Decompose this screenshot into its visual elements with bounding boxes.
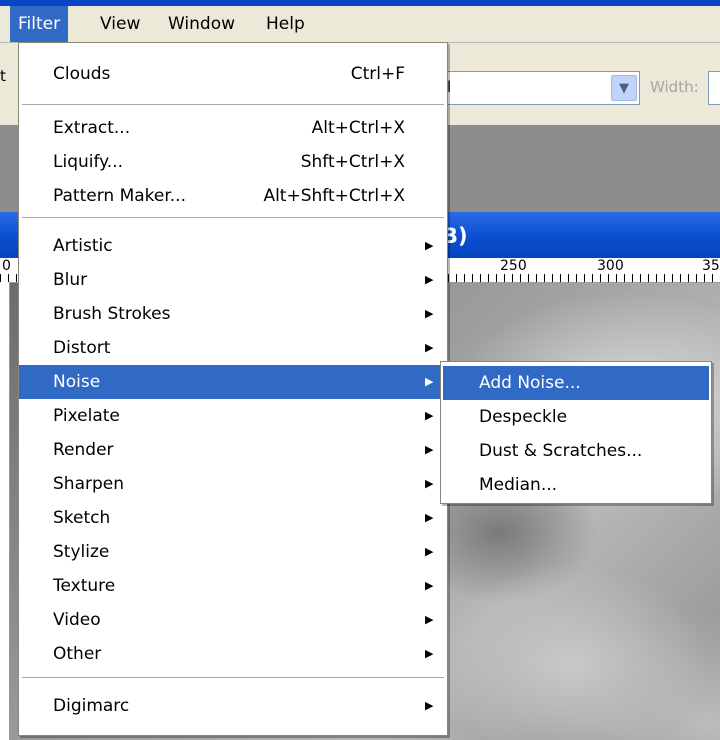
menu-item-distort[interactable]: Distort ▶	[19, 331, 447, 365]
menu-item-video[interactable]: Video ▶	[19, 603, 447, 637]
menu-item-label: Pixelate	[53, 406, 120, 426]
ruler-label: 0	[2, 258, 11, 274]
menu-item-sketch[interactable]: Sketch ▶	[19, 501, 447, 535]
menu-view[interactable]: View	[92, 6, 148, 42]
submenu-item-median[interactable]: Median...	[443, 468, 709, 502]
menu-item-label: Brush Strokes	[53, 304, 171, 324]
menu-window[interactable]: Window	[160, 6, 243, 42]
menu-item-label: Clouds	[53, 64, 111, 84]
menu-item-label: Stylize	[53, 542, 110, 562]
triangle-right-icon: ▶	[425, 341, 434, 354]
vertical-ruler	[0, 282, 10, 740]
menu-item-noise[interactable]: Noise ▶	[19, 365, 447, 399]
filter-menu: Clouds Ctrl+F Extract... Alt+Ctrl+X Liqu…	[18, 42, 448, 736]
menu-item-shortcut: Alt+Ctrl+X	[311, 118, 405, 138]
triangle-right-icon: ▶	[425, 307, 434, 320]
menu-item-label: Video	[53, 610, 101, 630]
menu-item-label: Sketch	[53, 508, 111, 528]
submenu-item-label: Dust & Scratches...	[479, 441, 643, 461]
menu-item-label: Digimarc	[53, 696, 130, 716]
menu-item-label: Artistic	[53, 236, 113, 256]
submenu-item-label: Median...	[479, 475, 558, 495]
menu-item-texture[interactable]: Texture ▶	[19, 569, 447, 603]
menu-item-stylize[interactable]: Stylize ▶	[19, 535, 447, 569]
submenu-item-despeckle[interactable]: Despeckle	[443, 400, 709, 434]
submenu-item-label: Despeckle	[479, 407, 568, 427]
triangle-right-icon: ▶	[425, 613, 434, 626]
mode-combo[interactable]: l ▼	[440, 71, 640, 105]
triangle-right-icon: ▶	[425, 511, 434, 524]
menu-item-other[interactable]: Other ▶	[19, 637, 447, 671]
triangle-right-icon: ▶	[425, 409, 434, 422]
menu-item-label: Extract...	[53, 118, 131, 138]
menu-item-label: Distort	[53, 338, 111, 358]
width-input[interactable]	[708, 71, 720, 105]
chevron-down-icon[interactable]: ▼	[611, 75, 637, 101]
triangle-right-icon: ▶	[425, 477, 434, 490]
menu-item-label: Liquify...	[53, 152, 124, 172]
menu-item-brush-strokes[interactable]: Brush Strokes ▶	[19, 297, 447, 331]
triangle-right-icon: ▶	[425, 239, 434, 252]
triangle-right-icon: ▶	[425, 647, 434, 660]
menu-filter[interactable]: Filter	[10, 6, 69, 42]
triangle-right-icon: ▶	[425, 443, 434, 456]
menu-item-render[interactable]: Render ▶	[19, 433, 447, 467]
triangle-right-icon: ▶	[425, 273, 434, 286]
menu-item-liquify[interactable]: Liquify... Shft+Ctrl+X	[19, 145, 447, 179]
menu-item-extract[interactable]: Extract... Alt+Ctrl+X	[19, 111, 447, 145]
menu-item-clouds[interactable]: Clouds Ctrl+F	[19, 57, 447, 91]
menu-separator	[22, 217, 444, 218]
menu-item-shortcut: Ctrl+F	[350, 64, 405, 84]
triangle-right-icon: ▶	[425, 579, 434, 592]
menu-item-digimarc[interactable]: Digimarc ▶	[19, 689, 447, 723]
menu-item-blur[interactable]: Blur ▶	[19, 263, 447, 297]
ruler-label: 250	[500, 258, 527, 274]
triangle-right-icon: ▶	[425, 545, 434, 558]
menu-item-label: Texture	[53, 576, 116, 596]
menu-separator	[22, 677, 444, 678]
submenu-item-label: Add Noise...	[479, 373, 581, 393]
menu-help[interactable]: Help	[258, 6, 313, 42]
menu-item-pattern-maker[interactable]: Pattern Maker... Alt+Shft+Ctrl+X	[19, 179, 447, 213]
menu-bar: Filter View Window Help	[0, 6, 720, 43]
width-label: Width:	[650, 78, 699, 96]
options-left-fragment: t	[0, 67, 6, 85]
submenu-item-dust-scratches[interactable]: Dust & Scratches...	[443, 434, 709, 468]
ruler-label: 35	[702, 258, 720, 274]
ruler-label: 300	[597, 258, 624, 274]
menu-item-label: Blur	[53, 270, 88, 290]
menu-item-shortcut: Alt+Shft+Ctrl+X	[263, 186, 405, 206]
menu-item-label: Other	[53, 644, 102, 664]
menu-item-shortcut: Shft+Ctrl+X	[300, 152, 405, 172]
menu-separator	[22, 104, 444, 105]
noise-submenu: Add Noise... Despeckle Dust & Scratches.…	[440, 361, 712, 504]
menu-item-label: Pattern Maker...	[53, 186, 186, 206]
menu-item-pixelate[interactable]: Pixelate ▶	[19, 399, 447, 433]
triangle-right-icon: ▶	[425, 375, 434, 388]
submenu-item-add-noise[interactable]: Add Noise...	[443, 366, 709, 400]
menu-item-label: Render	[53, 440, 114, 460]
menu-item-label: Sharpen	[53, 474, 124, 494]
menu-item-label: Noise	[53, 372, 101, 392]
menu-item-sharpen[interactable]: Sharpen ▶	[19, 467, 447, 501]
triangle-right-icon: ▶	[425, 699, 434, 712]
menu-item-artistic[interactable]: Artistic ▶	[19, 229, 447, 263]
